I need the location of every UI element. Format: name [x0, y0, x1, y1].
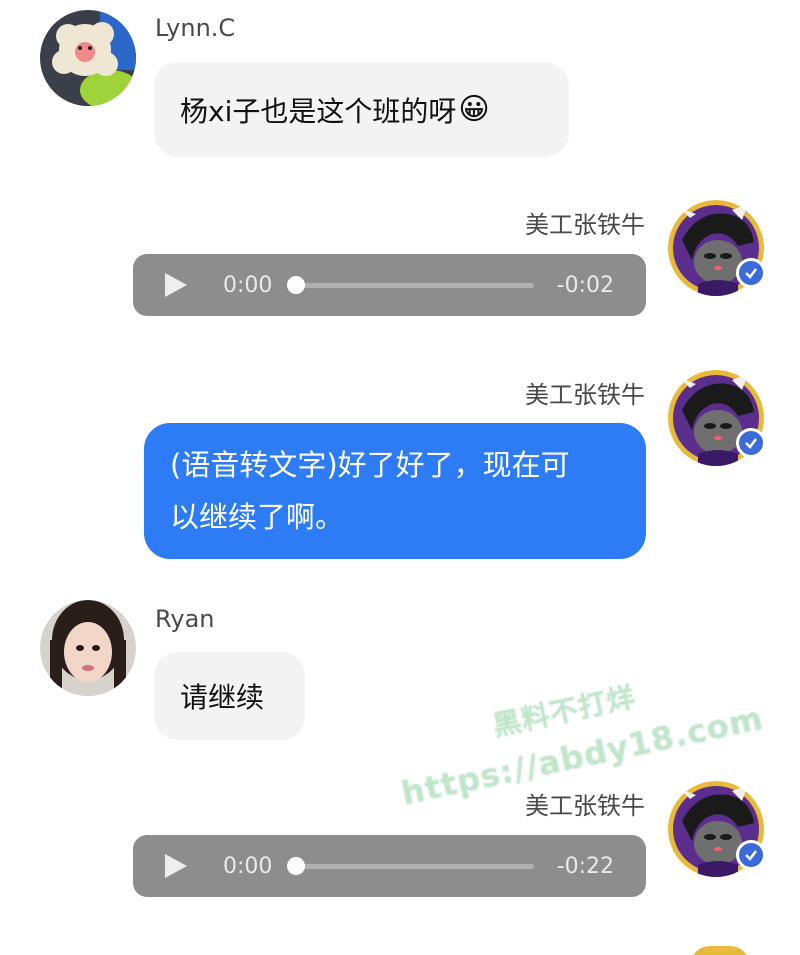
verified-badge-icon: [736, 428, 766, 458]
verified-badge-icon: [736, 840, 766, 870]
sender-name: Lynn.C: [155, 14, 236, 42]
play-icon[interactable]: [165, 273, 187, 297]
sender-name: 美工张铁牛: [525, 381, 645, 409]
avatar-partial[interactable]: [690, 946, 750, 955]
audio-scrubber[interactable]: [287, 857, 305, 875]
verified-badge-icon: [736, 258, 766, 288]
message-text: 请继续: [180, 681, 265, 714]
message-text-line: 以继续了啊。: [170, 500, 345, 534]
grinning-face-icon: 😀: [458, 92, 490, 127]
audio-current-time: 0:00: [223, 272, 273, 298]
watermark-text: 黑料不打烊: [489, 680, 639, 743]
audio-remaining-time: -0:02: [556, 272, 614, 298]
message-bubble[interactable]: 杨xi子也是这个班的呀 😀: [154, 62, 569, 157]
audio-scrubber[interactable]: [287, 276, 305, 294]
message-bubble[interactable]: 请继续: [154, 652, 305, 740]
message-bubble[interactable]: (语音转文字)好了好了，现在可 以继续了啊。: [144, 423, 646, 559]
avatar-lynn[interactable]: [40, 10, 136, 106]
message-text: 杨xi子也是这个班的呀: [180, 94, 457, 128]
avatar-ryan[interactable]: [40, 600, 136, 696]
play-icon[interactable]: [165, 854, 187, 878]
audio-progress-track[interactable]: [296, 283, 534, 288]
audio-progress-track[interactable]: [296, 864, 534, 869]
audio-current-time: 0:00: [223, 853, 273, 879]
sender-name: 美工张铁牛: [525, 792, 645, 820]
message-text-line: (语音转文字)好了好了，现在可: [170, 448, 570, 482]
sender-name: Ryan: [155, 605, 215, 633]
sender-name: 美工张铁牛: [525, 211, 645, 239]
audio-player[interactable]: 0:00 -0:22: [133, 835, 646, 897]
audio-player[interactable]: 0:00 -0:02: [133, 254, 646, 316]
audio-remaining-time: -0:22: [556, 853, 614, 879]
